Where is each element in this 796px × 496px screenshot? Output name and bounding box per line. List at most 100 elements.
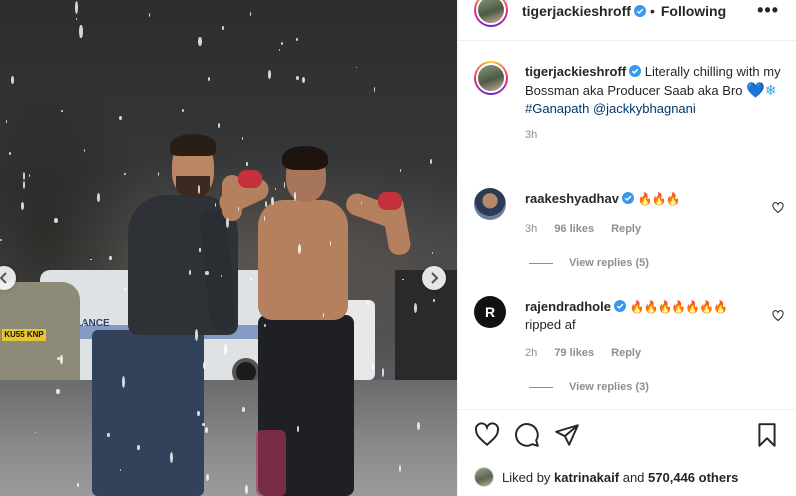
- caption-avatar[interactable]: [474, 61, 508, 95]
- snowflake: [417, 421, 420, 430]
- snowflake: [295, 37, 299, 42]
- snowflake: [223, 344, 227, 356]
- caption-avatar-image: [476, 63, 506, 93]
- comment-time: 3h: [525, 223, 538, 235]
- caption-time: 3h: [525, 129, 538, 141]
- save-bookmark-icon[interactable]: [754, 422, 780, 448]
- comment-body: rajendradhole 🔥🔥🔥🔥🔥🔥🔥 ripped af: [525, 298, 755, 334]
- snowflake: [371, 364, 375, 371]
- post-details-panel: tigerjackieshroff • Following ••• tigerj…: [457, 0, 796, 496]
- avatar-letter: R: [484, 304, 496, 320]
- snowflake: [246, 161, 248, 167]
- author-avatar-image: [476, 0, 506, 25]
- snowflake: [222, 25, 224, 30]
- snowflake: [329, 241, 332, 246]
- snowflake: [241, 407, 245, 412]
- view-replies-label: View replies (5): [569, 257, 649, 269]
- likes-connector: and: [622, 469, 645, 485]
- snowflake: [79, 24, 83, 38]
- commenter-username[interactable]: raakeshyadhav: [525, 191, 619, 206]
- reply-button[interactable]: Reply: [611, 347, 641, 359]
- following-button[interactable]: Following: [661, 3, 726, 19]
- liker-username[interactable]: katrinakaif: [554, 470, 619, 485]
- mention-link[interactable]: @jackkybhagnani: [593, 101, 696, 116]
- snowflake: [263, 323, 267, 327]
- snowflake: [241, 136, 244, 140]
- snowflake: [202, 423, 205, 426]
- like-comment-heart-icon[interactable]: [772, 202, 784, 214]
- snowflake: [121, 375, 125, 388]
- snowflake: [218, 122, 221, 128]
- post-photo[interactable]: ULANCE KU55 KNP: [0, 0, 457, 496]
- caption-body: tigerjackieshroff Literally chilling wit…: [525, 63, 793, 144]
- snowflake: [199, 248, 201, 253]
- liker-avatar[interactable]: [474, 467, 494, 487]
- snowy-ground: [0, 380, 457, 496]
- chevron-right-icon: [431, 272, 439, 284]
- person-right-hair: [282, 146, 328, 170]
- replies-line: [529, 386, 553, 388]
- blue-heart-emoji: 💙: [746, 82, 765, 99]
- snowflake: [107, 433, 110, 437]
- snowflake: [182, 109, 185, 112]
- comment-bubble-icon[interactable]: [514, 422, 540, 448]
- snowflake: [208, 76, 211, 81]
- comment-text: 🔥🔥🔥: [637, 192, 681, 206]
- snowflake: [56, 388, 60, 395]
- share-paper-plane-icon[interactable]: [554, 422, 580, 448]
- comment-body: raakeshyadhav 🔥🔥🔥: [525, 190, 755, 208]
- person-left-beard: [176, 176, 210, 198]
- comment-likes[interactable]: 79 likes: [554, 347, 594, 359]
- snowflake: [188, 269, 192, 275]
- like-comment-heart-icon[interactable]: [772, 310, 784, 322]
- commenter-username[interactable]: rajendradhole: [525, 299, 611, 314]
- replies-line: [529, 262, 553, 264]
- snowflake: [249, 11, 252, 16]
- snowflake: [198, 36, 202, 47]
- snowflake: [83, 148, 85, 152]
- snowflake: [297, 426, 299, 432]
- view-replies-button[interactable]: View replies (3): [529, 381, 649, 393]
- comment-meta: 3h 96 likes Reply: [525, 223, 655, 235]
- snowflake: [373, 87, 376, 92]
- snowflake: [220, 274, 222, 277]
- snowflake: [118, 115, 122, 120]
- snowflake: [203, 362, 205, 370]
- snowflake: [265, 201, 267, 208]
- likes-prefix: Liked by: [502, 469, 551, 485]
- snowflake: [302, 77, 305, 84]
- snowflake: [60, 354, 63, 365]
- snowflake: [170, 451, 173, 463]
- reply-button[interactable]: Reply: [611, 223, 641, 235]
- comment-meta: 2h 79 likes Reply: [525, 347, 655, 359]
- person-right-torso: [258, 200, 348, 320]
- snowflake: [250, 277, 252, 281]
- snowflake: [381, 368, 385, 378]
- author-avatar[interactable]: [474, 0, 508, 27]
- next-image-button[interactable]: [422, 266, 446, 290]
- caption-username[interactable]: tigerjackieshroff: [525, 64, 626, 79]
- author-username[interactable]: tigerjackieshroff: [522, 3, 631, 19]
- likes-count[interactable]: 570,446 others: [648, 470, 738, 485]
- view-replies-button[interactable]: View replies (5): [529, 257, 649, 269]
- snowflake: [54, 217, 58, 223]
- comment-text-line2: ripped af: [525, 317, 576, 332]
- snowflake: [197, 410, 200, 416]
- commenter-avatar[interactable]: R: [474, 296, 506, 328]
- snowflake: [274, 188, 276, 190]
- verified-badge-icon: [621, 192, 634, 204]
- chevron-left-icon: [0, 272, 7, 284]
- hashtag-link[interactable]: #Ganapath: [525, 101, 589, 116]
- person-left-hair: [170, 134, 216, 156]
- snowflake: [96, 192, 100, 202]
- red-wristband-left: [238, 170, 262, 188]
- more-options-button[interactable]: •••: [757, 0, 779, 21]
- comment-likes[interactable]: 96 likes: [554, 223, 594, 235]
- snowflake: [278, 48, 281, 52]
- snowflake: [399, 464, 402, 472]
- header-divider: [458, 40, 796, 41]
- commenter-avatar[interactable]: [474, 188, 506, 220]
- like-heart-icon[interactable]: [474, 422, 500, 448]
- header-separator: •: [649, 3, 655, 19]
- post-header: tigerjackieshroff • Following •••: [458, 0, 796, 30]
